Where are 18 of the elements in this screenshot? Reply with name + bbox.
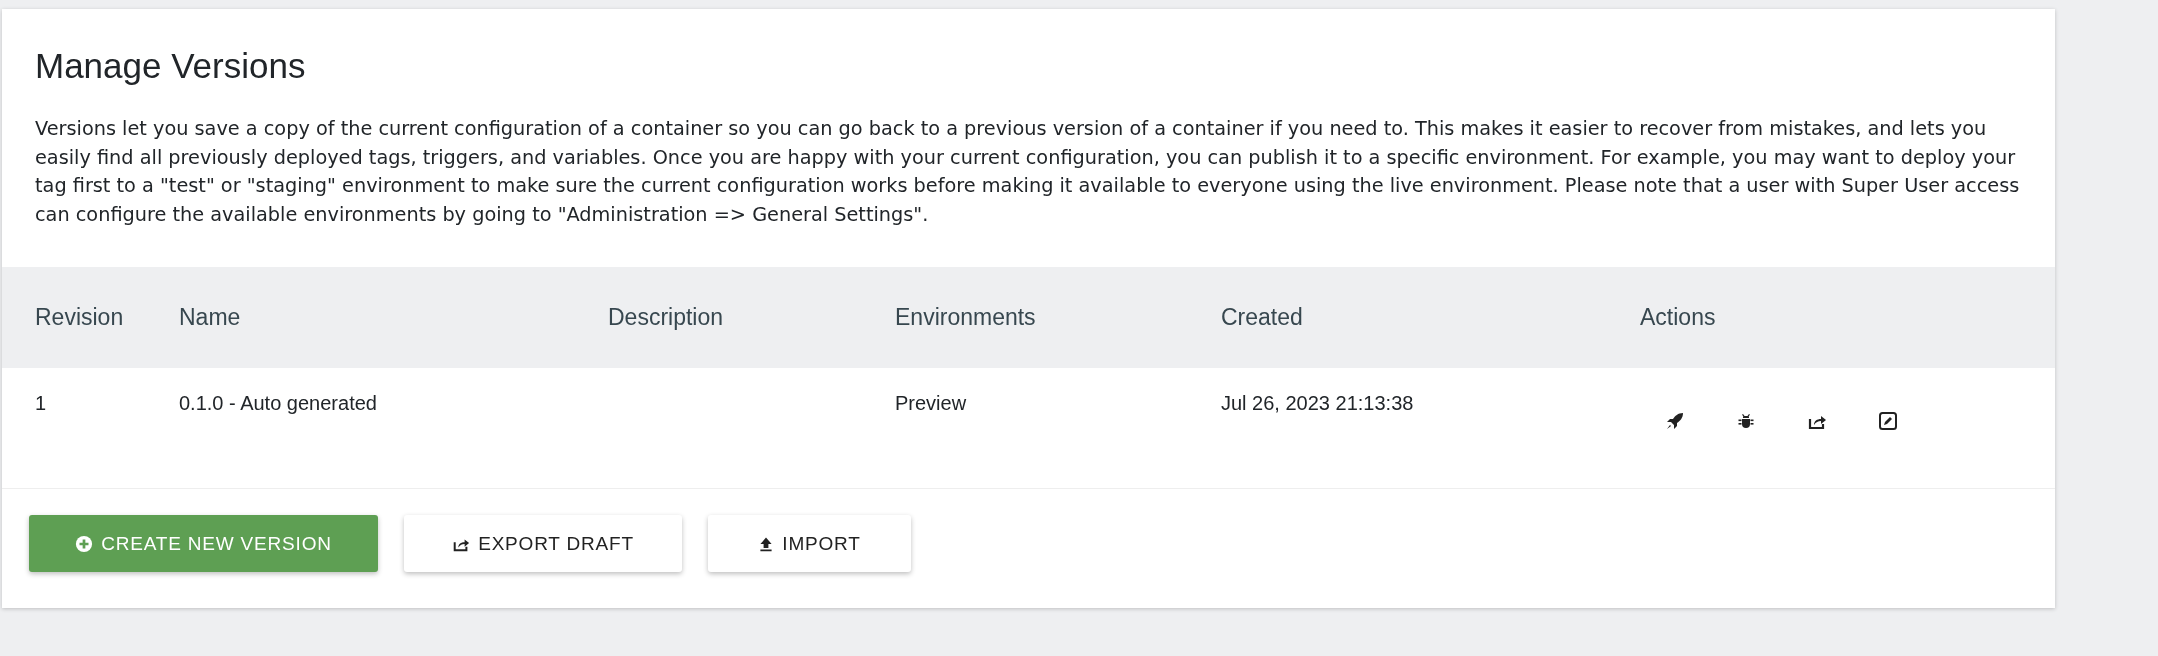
import-button[interactable]: IMPORT <box>708 515 911 572</box>
bug-icon[interactable] <box>1736 411 1756 431</box>
edit-icon[interactable] <box>1878 411 1898 431</box>
table-cell-text: 0.1.0 - Auto generated <box>179 392 378 415</box>
page-title: Manage Versions <box>34 45 307 87</box>
column-header: Created <box>1221 304 1304 331</box>
table-cell-text: Jul 26, 2023 21:13:38 <box>1221 392 1415 415</box>
column-header: Actions <box>1640 304 1717 331</box>
column-header: Revision <box>35 304 125 331</box>
plus-circle-icon <box>75 534 94 553</box>
column-header: Description <box>608 304 725 331</box>
column-header: Environments <box>895 304 1037 331</box>
table-cell-text: Preview <box>895 392 968 415</box>
table-cell-text: 1 <box>35 392 48 415</box>
column-header: Name <box>179 304 242 331</box>
export-draft-button[interactable]: EXPORT DRAFT <box>404 515 682 572</box>
description-text: Versions let you save a copy of the current configuration of a container so you can go back to a previous version of a container if you need to. This makes it easier to recover from mistakes, and lets you easily find all previously deployed tags, triggers, and variables. Once you are happy with your current configuration, you can publish it to a specific environment. For example, you may want to deploy your tag first to a "test" or "staging" environment to make sure the current configuration works before making it available to everyone using the live environment. Please note that a user with Super User access can configure the available environments by going to "Administration => General Settings". <box>35 116 2021 228</box>
rocket-icon[interactable] <box>1665 411 1685 431</box>
